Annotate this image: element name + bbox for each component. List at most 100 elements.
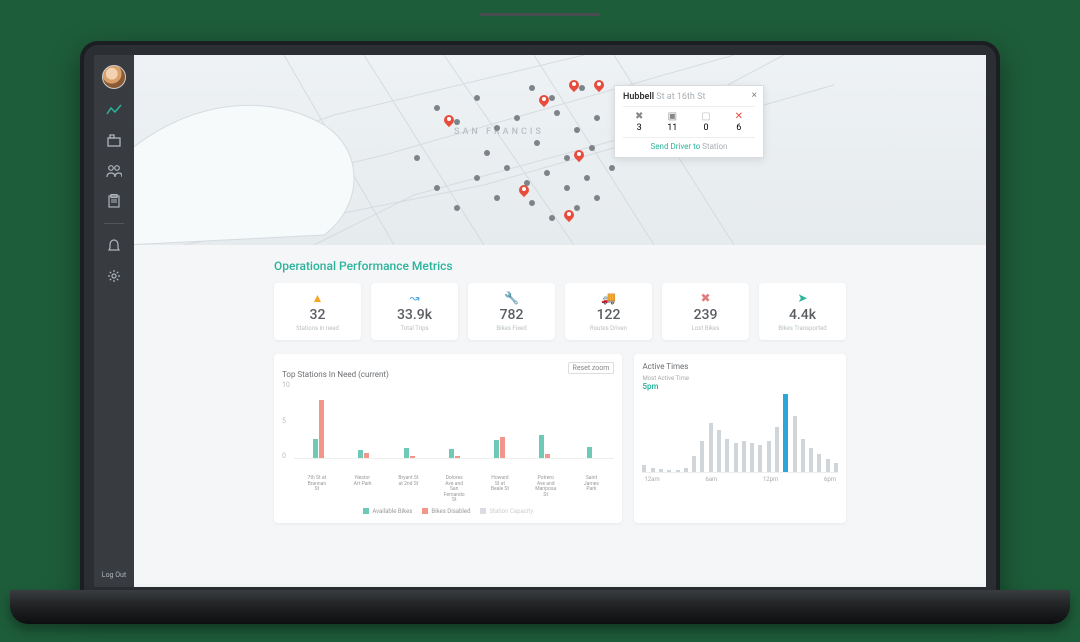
metric-routes-driven[interactable]: 🚚 122 Routes Driven	[565, 283, 652, 340]
station-dot[interactable]	[514, 115, 520, 121]
metric-label: Total Trips	[375, 325, 454, 332]
nav-clipboard-icon[interactable]	[106, 193, 122, 209]
histogram-bar[interactable]	[793, 416, 797, 472]
nav-analytics-icon[interactable]	[106, 103, 122, 119]
histogram-bar[interactable]	[651, 468, 655, 472]
histogram-bar[interactable]	[817, 454, 821, 472]
station-dot[interactable]	[574, 127, 580, 133]
histogram-bar[interactable]	[717, 430, 721, 472]
station-dot[interactable]	[494, 125, 500, 131]
station-dot[interactable]	[584, 175, 590, 181]
bar-group[interactable]	[308, 400, 330, 459]
metric-bikes-fixed[interactable]: 🔧 782 Bikes Fixed	[468, 283, 555, 340]
histogram-bar[interactable]	[809, 448, 813, 473]
station-dot[interactable]	[579, 85, 585, 91]
metric-lost-bikes[interactable]: ✖ 239 Lost Bikes	[662, 283, 749, 340]
station-dot[interactable]	[434, 105, 440, 111]
nav-users-icon[interactable]	[106, 163, 122, 179]
histogram-bar[interactable]	[667, 470, 671, 472]
histogram-bar[interactable]	[742, 441, 746, 472]
nav-stations-icon[interactable]	[106, 133, 122, 149]
bar-disabled	[364, 453, 369, 458]
bar-group[interactable]	[534, 435, 556, 458]
histogram-bar[interactable]	[659, 469, 663, 472]
reset-zoom-button[interactable]: Reset zoom	[568, 362, 615, 374]
station-dot[interactable]	[494, 195, 500, 201]
station-dot[interactable]	[454, 119, 460, 125]
station-dot[interactable]	[609, 165, 615, 171]
histogram-bar[interactable]	[642, 465, 646, 472]
histogram-bar[interactable]	[826, 459, 830, 472]
station-pin-icon[interactable]	[569, 80, 579, 94]
bar-group[interactable]	[488, 437, 510, 458]
histogram-bar[interactable]	[767, 441, 771, 472]
y-axis: 10 5 0	[282, 381, 294, 476]
station-pin-icon[interactable]	[564, 210, 574, 224]
station-dot[interactable]	[564, 155, 570, 161]
section-title: Operational Performance Metrics	[274, 259, 846, 273]
histogram-bar[interactable]	[834, 463, 838, 472]
histogram-bar[interactable]	[709, 423, 713, 472]
station-pin-icon[interactable]	[444, 115, 454, 129]
map[interactable]: SAN FRANCIS × Hubbell St at 16th St ✖3 ▣…	[134, 55, 986, 245]
metric-total-trips[interactable]: ↝ 33.9k Total Trips	[371, 283, 458, 340]
histogram-area	[642, 395, 838, 473]
station-dot[interactable]	[454, 205, 460, 211]
chart-title: Active Times	[642, 362, 838, 371]
histogram-bar[interactable]	[801, 439, 805, 472]
histogram-bar[interactable]	[734, 443, 738, 472]
popup-title: Hubbell St at 16th St	[623, 92, 755, 102]
avatar[interactable]	[102, 65, 126, 89]
histogram-bar[interactable]	[783, 394, 788, 472]
bar-group[interactable]	[353, 450, 375, 458]
station-dot[interactable]	[414, 155, 420, 161]
legend-label: Available Bikes	[372, 508, 412, 515]
bar-group[interactable]	[579, 447, 601, 458]
laptop-base	[10, 590, 1070, 624]
histogram-bar[interactable]	[725, 439, 729, 472]
station-dot[interactable]	[474, 175, 480, 181]
bar-group[interactable]	[398, 448, 420, 458]
station-dot[interactable]	[589, 145, 595, 151]
metrics-row: ▲ 32 Stations in need ↝ 33.9k Total Trip…	[274, 283, 846, 340]
truck-icon: 🚚	[569, 291, 648, 305]
station-dot[interactable]	[549, 95, 555, 101]
station-dot[interactable]	[594, 115, 600, 121]
station-dot[interactable]	[564, 185, 570, 191]
station-dot[interactable]	[574, 205, 580, 211]
station-pin-icon[interactable]	[594, 80, 604, 94]
station-pin-icon[interactable]	[539, 95, 549, 109]
station-dot[interactable]	[554, 110, 560, 116]
metric-stations-in-need[interactable]: ▲ 32 Stations in need	[274, 283, 361, 340]
histogram-bar[interactable]	[700, 441, 704, 472]
histogram-bar[interactable]	[676, 470, 680, 472]
close-icon[interactable]: ×	[752, 90, 757, 101]
histogram-bar[interactable]	[775, 427, 779, 472]
station-popup: × Hubbell St at 16th St ✖3 ▣11 ▢0 ✕6 Sen…	[614, 85, 764, 158]
send-driver-link[interactable]: Send Driver to Station	[623, 137, 755, 151]
station-dot[interactable]	[504, 165, 510, 171]
x-tick-label: 12am	[644, 476, 659, 483]
nav-settings-icon[interactable]	[106, 268, 122, 284]
station-pin-icon[interactable]	[519, 185, 529, 199]
nav-notifications-icon[interactable]	[106, 238, 122, 254]
bar-group[interactable]	[443, 449, 465, 458]
histogram-bar[interactable]	[758, 445, 762, 472]
repair-icon: ✕	[735, 111, 743, 123]
station-dot[interactable]	[549, 215, 555, 221]
station-dot[interactable]	[474, 95, 480, 101]
station-dot[interactable]	[529, 200, 535, 206]
station-dot[interactable]	[544, 170, 550, 176]
station-dot[interactable]	[529, 85, 535, 91]
logout-link[interactable]: Log Out	[102, 571, 126, 579]
histogram-bar[interactable]	[750, 443, 754, 472]
histogram-bar[interactable]	[692, 456, 696, 472]
station-pin-icon[interactable]	[574, 150, 584, 164]
station-dot[interactable]	[534, 140, 540, 146]
station-dot[interactable]	[484, 150, 490, 156]
main: SAN FRANCIS × Hubbell St at 16th St ✖3 ▣…	[134, 55, 986, 587]
station-dot[interactable]	[594, 195, 600, 201]
histogram-bar[interactable]	[684, 468, 688, 472]
metric-bikes-transported[interactable]: ➤ 4.4k Bikes Transported	[759, 283, 846, 340]
station-dot[interactable]	[434, 185, 440, 191]
